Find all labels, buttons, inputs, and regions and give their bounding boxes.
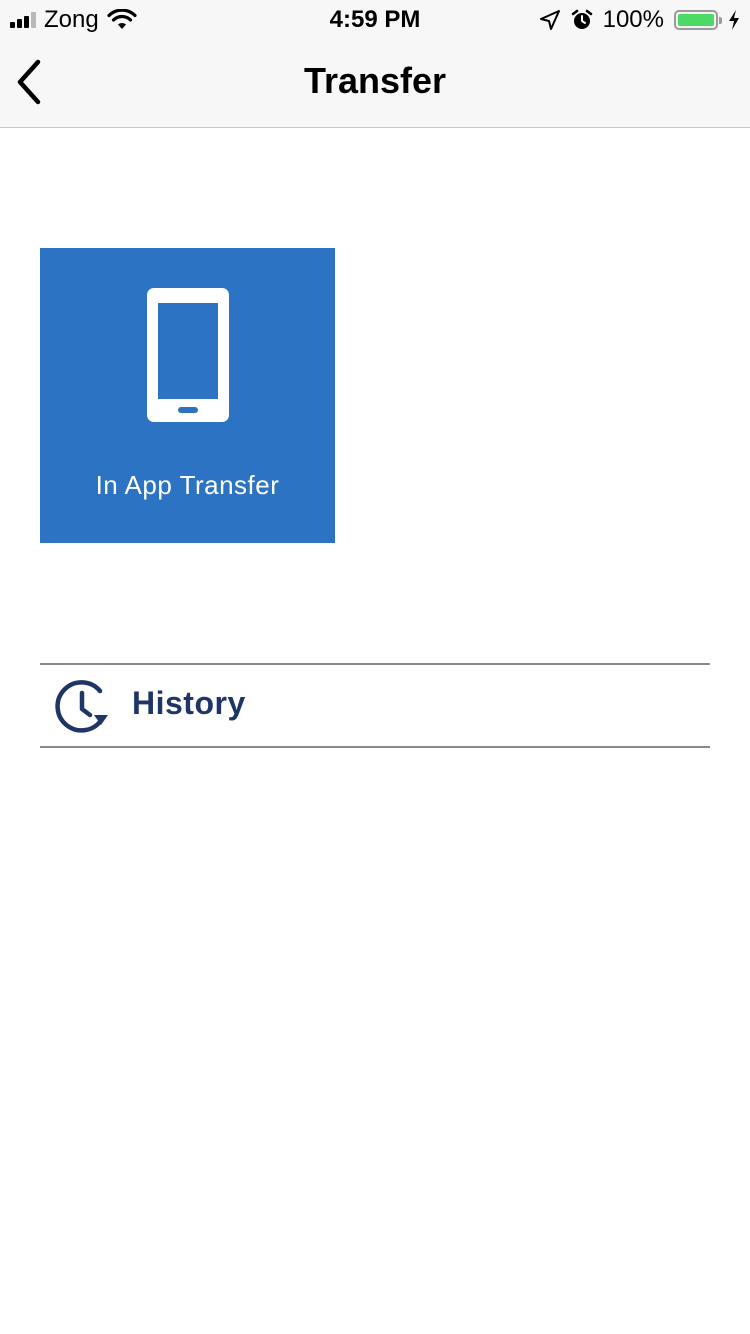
transfer-screen: Zong 4:59 PM 100% Transfer In App Transf…: [0, 0, 750, 1334]
status-bar: Zong 4:59 PM 100%: [0, 0, 750, 40]
in-app-transfer-label: In App Transfer: [95, 470, 280, 500]
battery-icon: [674, 10, 722, 30]
smartphone-icon: [147, 288, 229, 422]
in-app-transfer-tile[interactable]: In App Transfer: [40, 248, 335, 543]
battery-percent: 100%: [602, 6, 664, 33]
history-row[interactable]: History: [40, 663, 710, 748]
page-title: Transfer: [303, 60, 447, 101]
alarm-icon: [571, 9, 592, 29]
nav-bar: Transfer: [0, 40, 750, 128]
history-clock-icon: [55, 680, 108, 733]
location-arrow-icon: [539, 10, 560, 30]
charging-bolt-icon: [729, 10, 739, 30]
status-right: 100%: [539, 6, 740, 34]
battery-fill: [678, 14, 714, 26]
history-label: History: [132, 685, 246, 721]
